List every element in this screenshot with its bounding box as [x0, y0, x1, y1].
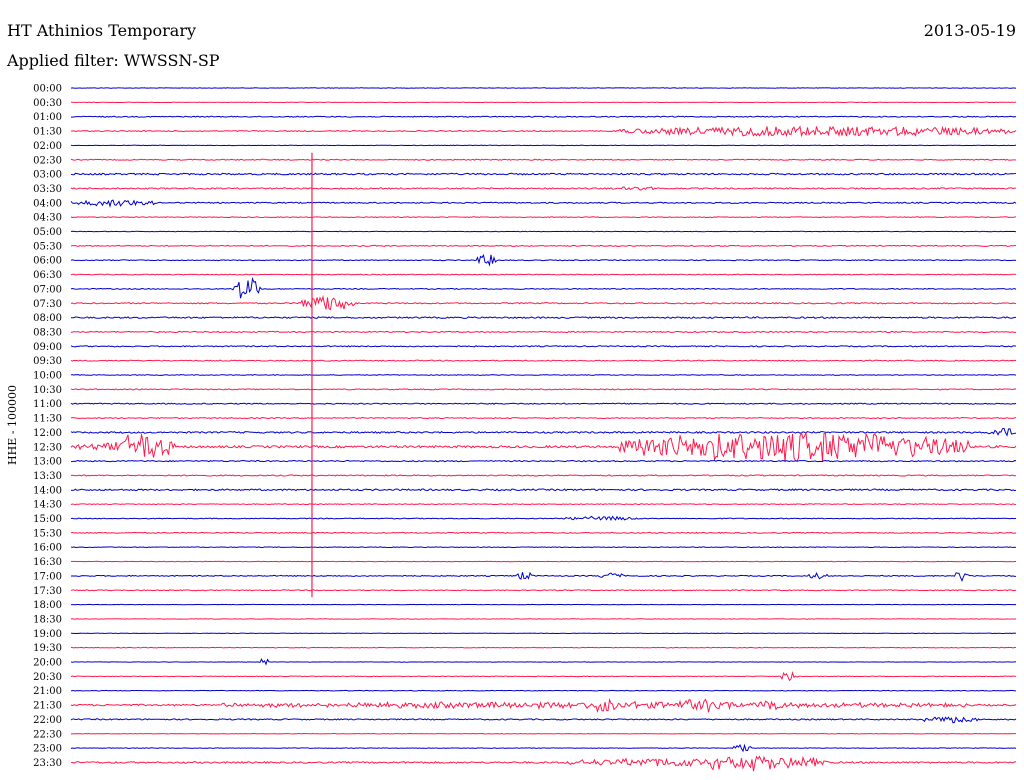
row-label: 21:30 — [33, 701, 62, 712]
trace-line — [70, 273, 1017, 276]
trace-line — [70, 716, 1017, 724]
row-label: 16:00 — [33, 543, 62, 554]
filter-label: Applied filter: WWSSN-SP — [6, 51, 220, 70]
row-label: 18:30 — [33, 614, 62, 625]
trace-line — [70, 345, 1017, 348]
trace-line — [70, 755, 1017, 772]
trace-line — [70, 646, 1017, 649]
trace-line — [70, 474, 1017, 477]
row-label: 16:30 — [33, 557, 62, 568]
row-label: 12:30 — [33, 442, 62, 453]
row-label: 05:30 — [33, 241, 62, 252]
trace-line — [70, 199, 1017, 208]
trace-line — [70, 388, 1017, 391]
row-label: 13:30 — [33, 471, 62, 482]
row-label: 23:00 — [33, 744, 62, 755]
row-label: 07:30 — [33, 299, 62, 310]
trace-line — [70, 503, 1017, 506]
trace-line — [70, 571, 1017, 582]
trace-line — [70, 125, 1017, 138]
row-label: 14:30 — [33, 500, 62, 511]
row-label: 07:00 — [33, 284, 62, 295]
row-label: 08:30 — [33, 327, 62, 338]
row-label: 03:00 — [33, 170, 62, 181]
row-label: 22:00 — [33, 715, 62, 726]
row-label: 01:30 — [33, 127, 62, 138]
row-label: 14:00 — [33, 485, 62, 496]
trace-line — [70, 670, 1017, 682]
trace-line — [70, 515, 1017, 522]
row-label: 13:00 — [33, 457, 62, 468]
trace-line — [70, 618, 1017, 620]
trace-line — [70, 743, 1017, 753]
y-axis-label: HHE - 100000 — [6, 385, 19, 465]
trace-line — [70, 374, 1017, 376]
row-label: 06:00 — [33, 256, 62, 267]
trace-line — [70, 589, 1017, 592]
trace-line — [70, 244, 1017, 247]
row-label: 15:30 — [33, 528, 62, 539]
trace-line — [70, 546, 1017, 549]
row-label: 19:30 — [33, 643, 62, 654]
row-label: 08:00 — [33, 313, 62, 324]
trace-line — [70, 417, 1017, 420]
trace-line — [70, 186, 1017, 191]
trace-line — [70, 295, 1017, 311]
row-label: 06:30 — [33, 270, 62, 281]
row-label: 17:00 — [33, 571, 62, 582]
station-title: HT Athinios Temporary — [7, 21, 196, 40]
row-label: 15:00 — [33, 514, 62, 525]
row-label: 01:00 — [33, 112, 62, 123]
trace-line — [70, 115, 1017, 118]
row-label: 22:30 — [33, 729, 62, 740]
trace-line — [70, 658, 1017, 666]
row-label: 02:30 — [33, 155, 62, 166]
row-label: 21:00 — [33, 686, 62, 697]
trace-line — [70, 330, 1017, 334]
trace-line — [70, 158, 1017, 161]
row-label: 05:00 — [33, 227, 62, 238]
row-label: 02:00 — [33, 141, 62, 152]
trace-line — [70, 459, 1017, 463]
trace-line — [70, 488, 1017, 492]
row-label: 10:30 — [33, 385, 62, 396]
row-label: 09:30 — [33, 356, 62, 367]
row-label: 11:00 — [33, 399, 62, 410]
row-label: 10:00 — [33, 371, 62, 382]
trace-line — [70, 560, 1017, 563]
row-label: 20:30 — [33, 672, 62, 683]
row-label: 17:30 — [33, 586, 62, 597]
trace-line — [70, 253, 1017, 267]
seismic-traces — [70, 87, 1017, 772]
row-label: 11:30 — [33, 414, 62, 425]
trace-line — [70, 144, 1017, 147]
trace-line — [70, 216, 1017, 219]
trace-line — [70, 359, 1017, 362]
trace-line — [70, 697, 1017, 713]
row-label: 20:00 — [33, 658, 62, 669]
trace-line — [70, 316, 1017, 319]
row-label: 03:30 — [33, 184, 62, 195]
date-label: 2013-05-19 — [924, 21, 1016, 40]
row-label: 12:00 — [33, 428, 62, 439]
trace-line — [70, 402, 1017, 405]
row-label: 04:30 — [33, 213, 62, 224]
row-label: 19:00 — [33, 629, 62, 640]
row-labels: 00:00 00:30 01:00 01:30 02:00 02:30 03:00 03:30… — [33, 84, 62, 769]
helicorder-plot: HT Athinios Temporary 2013-05-19 Applied… — [6, 21, 1017, 772]
trace-line — [70, 276, 1017, 299]
row-label: 18:00 — [33, 600, 62, 611]
trace-line — [70, 431, 1017, 463]
row-label: 23:30 — [33, 758, 62, 769]
trace-line — [70, 172, 1017, 176]
row-label: 00:00 — [33, 84, 62, 95]
trace-line — [70, 87, 1017, 89]
row-label: 00:30 — [33, 98, 62, 109]
trace-line — [70, 531, 1017, 534]
trace-line — [70, 230, 1017, 233]
row-label: 09:00 — [33, 342, 62, 353]
trace-line — [70, 689, 1017, 692]
row-label: 04:00 — [33, 198, 62, 209]
